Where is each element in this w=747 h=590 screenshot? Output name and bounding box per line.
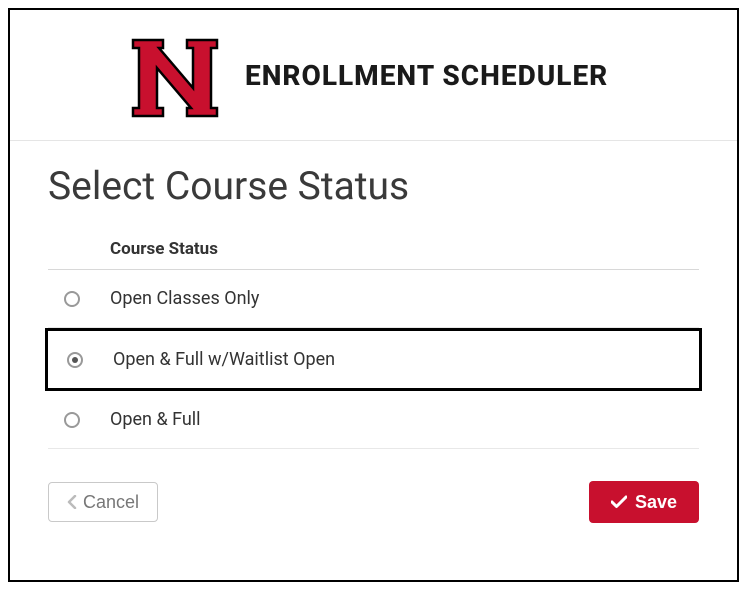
radio-row-open-full[interactable]: Open & Full — [48, 391, 699, 449]
cancel-label: Cancel — [83, 493, 139, 511]
cancel-button[interactable]: Cancel — [48, 482, 158, 522]
save-button[interactable]: Save — [589, 481, 699, 523]
column-header-course-status: Course Status — [48, 231, 699, 270]
course-status-table: Course Status Open Classes Only Open & F… — [48, 231, 699, 449]
radio-icon[interactable] — [67, 352, 83, 368]
save-label: Save — [635, 493, 677, 511]
page-title: Select Course Status — [48, 163, 699, 209]
check-icon — [611, 495, 627, 509]
nebraska-logo-icon — [125, 30, 225, 120]
header: ENROLLMENT SCHEDULER — [10, 10, 737, 141]
option-label: Open & Full w/Waitlist Open — [113, 349, 335, 370]
option-label: Open Classes Only — [110, 288, 259, 309]
radio-icon[interactable] — [64, 412, 80, 428]
main-content: Select Course Status Course Status Open … — [10, 141, 737, 523]
radio-row-open-full-waitlist[interactable]: Open & Full w/Waitlist Open — [45, 328, 702, 391]
radio-row-open-only[interactable]: Open Classes Only — [48, 270, 699, 328]
option-label: Open & Full — [110, 409, 201, 430]
app-title: ENROLLMENT SCHEDULER — [245, 59, 608, 92]
radio-icon[interactable] — [64, 291, 80, 307]
app-frame: ENROLLMENT SCHEDULER Select Course Statu… — [8, 8, 739, 582]
chevron-left-icon — [67, 495, 77, 509]
action-bar: Cancel Save — [48, 481, 699, 523]
